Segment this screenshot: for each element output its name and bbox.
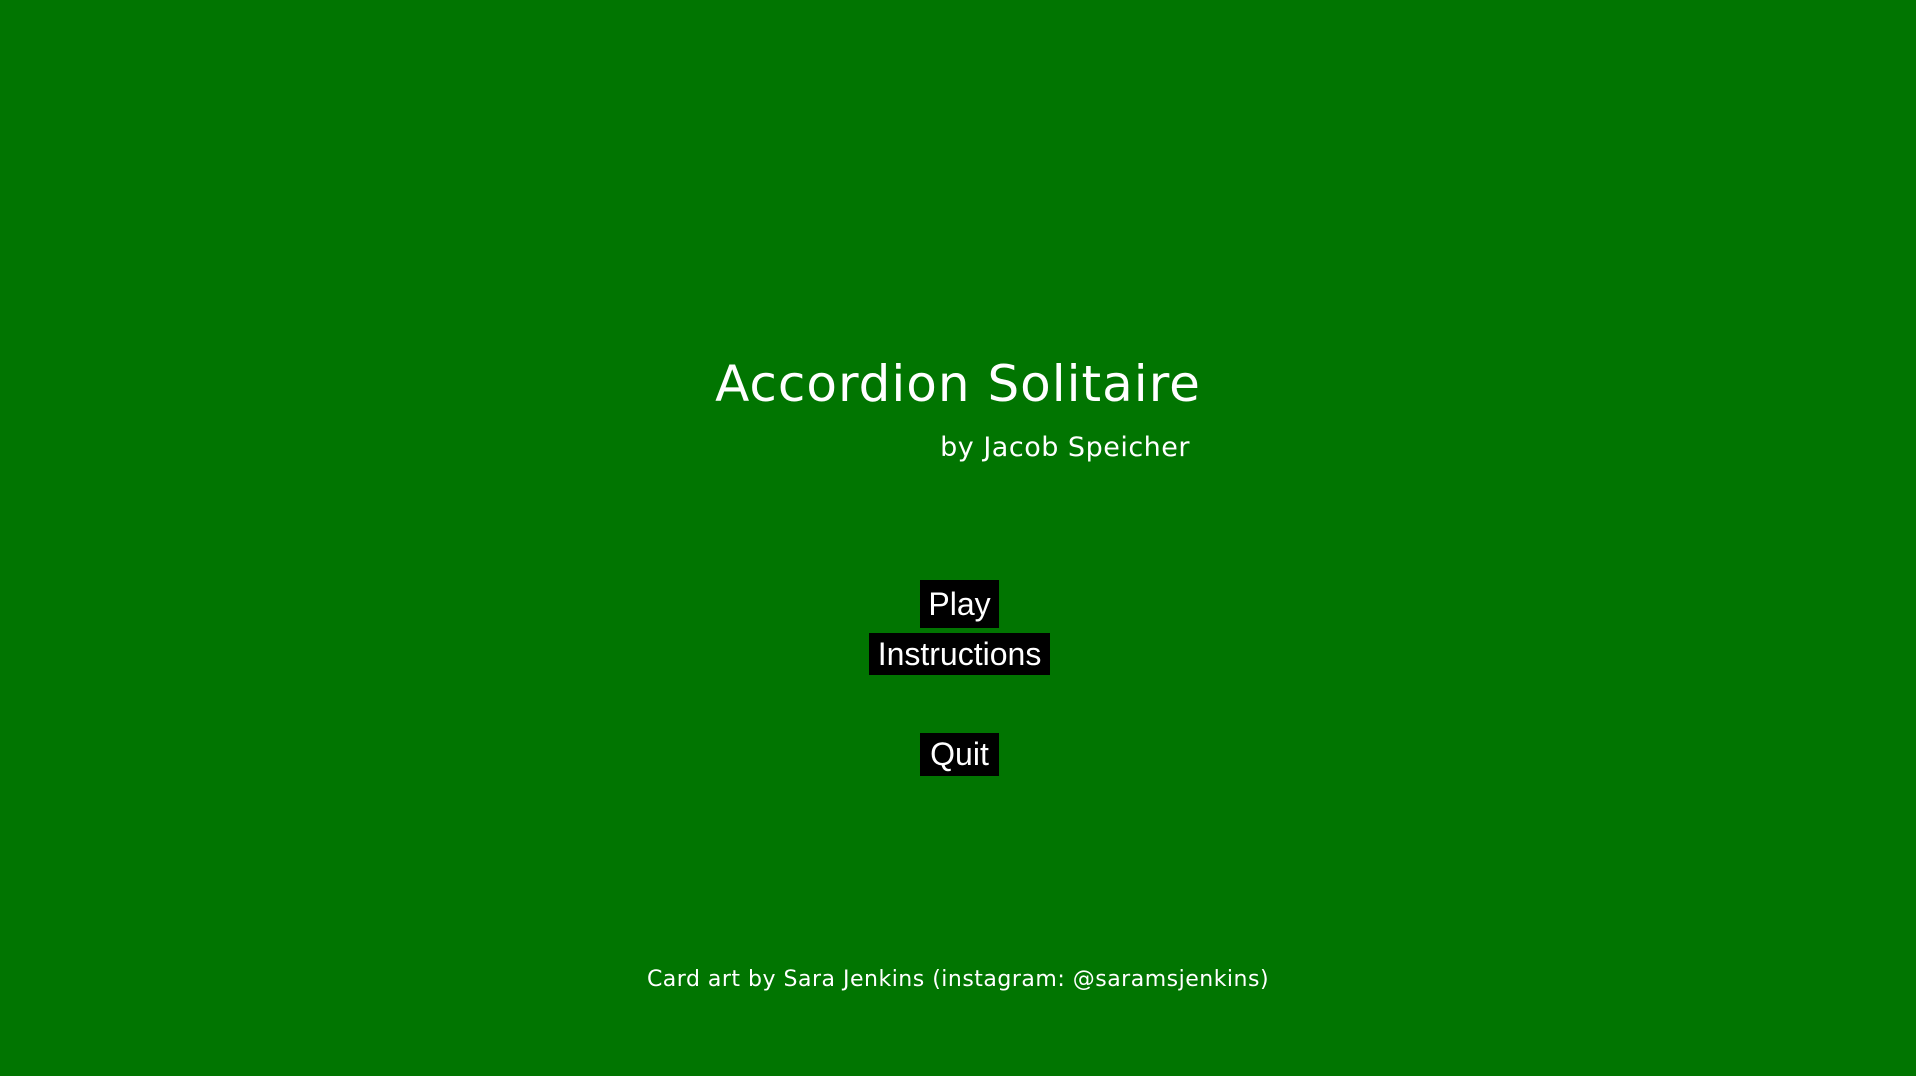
instructions-button[interactable]: Instructions [869, 633, 1050, 675]
card-art-credit: Card art by Sara Jenkins (instagram: @sa… [646, 967, 1270, 992]
play-button[interactable]: Play [920, 580, 999, 628]
game-title: Accordion Solitaire [715, 355, 1201, 413]
quit-button[interactable]: Quit [920, 733, 999, 776]
author-credit: by Jacob Speicher [940, 432, 1190, 463]
